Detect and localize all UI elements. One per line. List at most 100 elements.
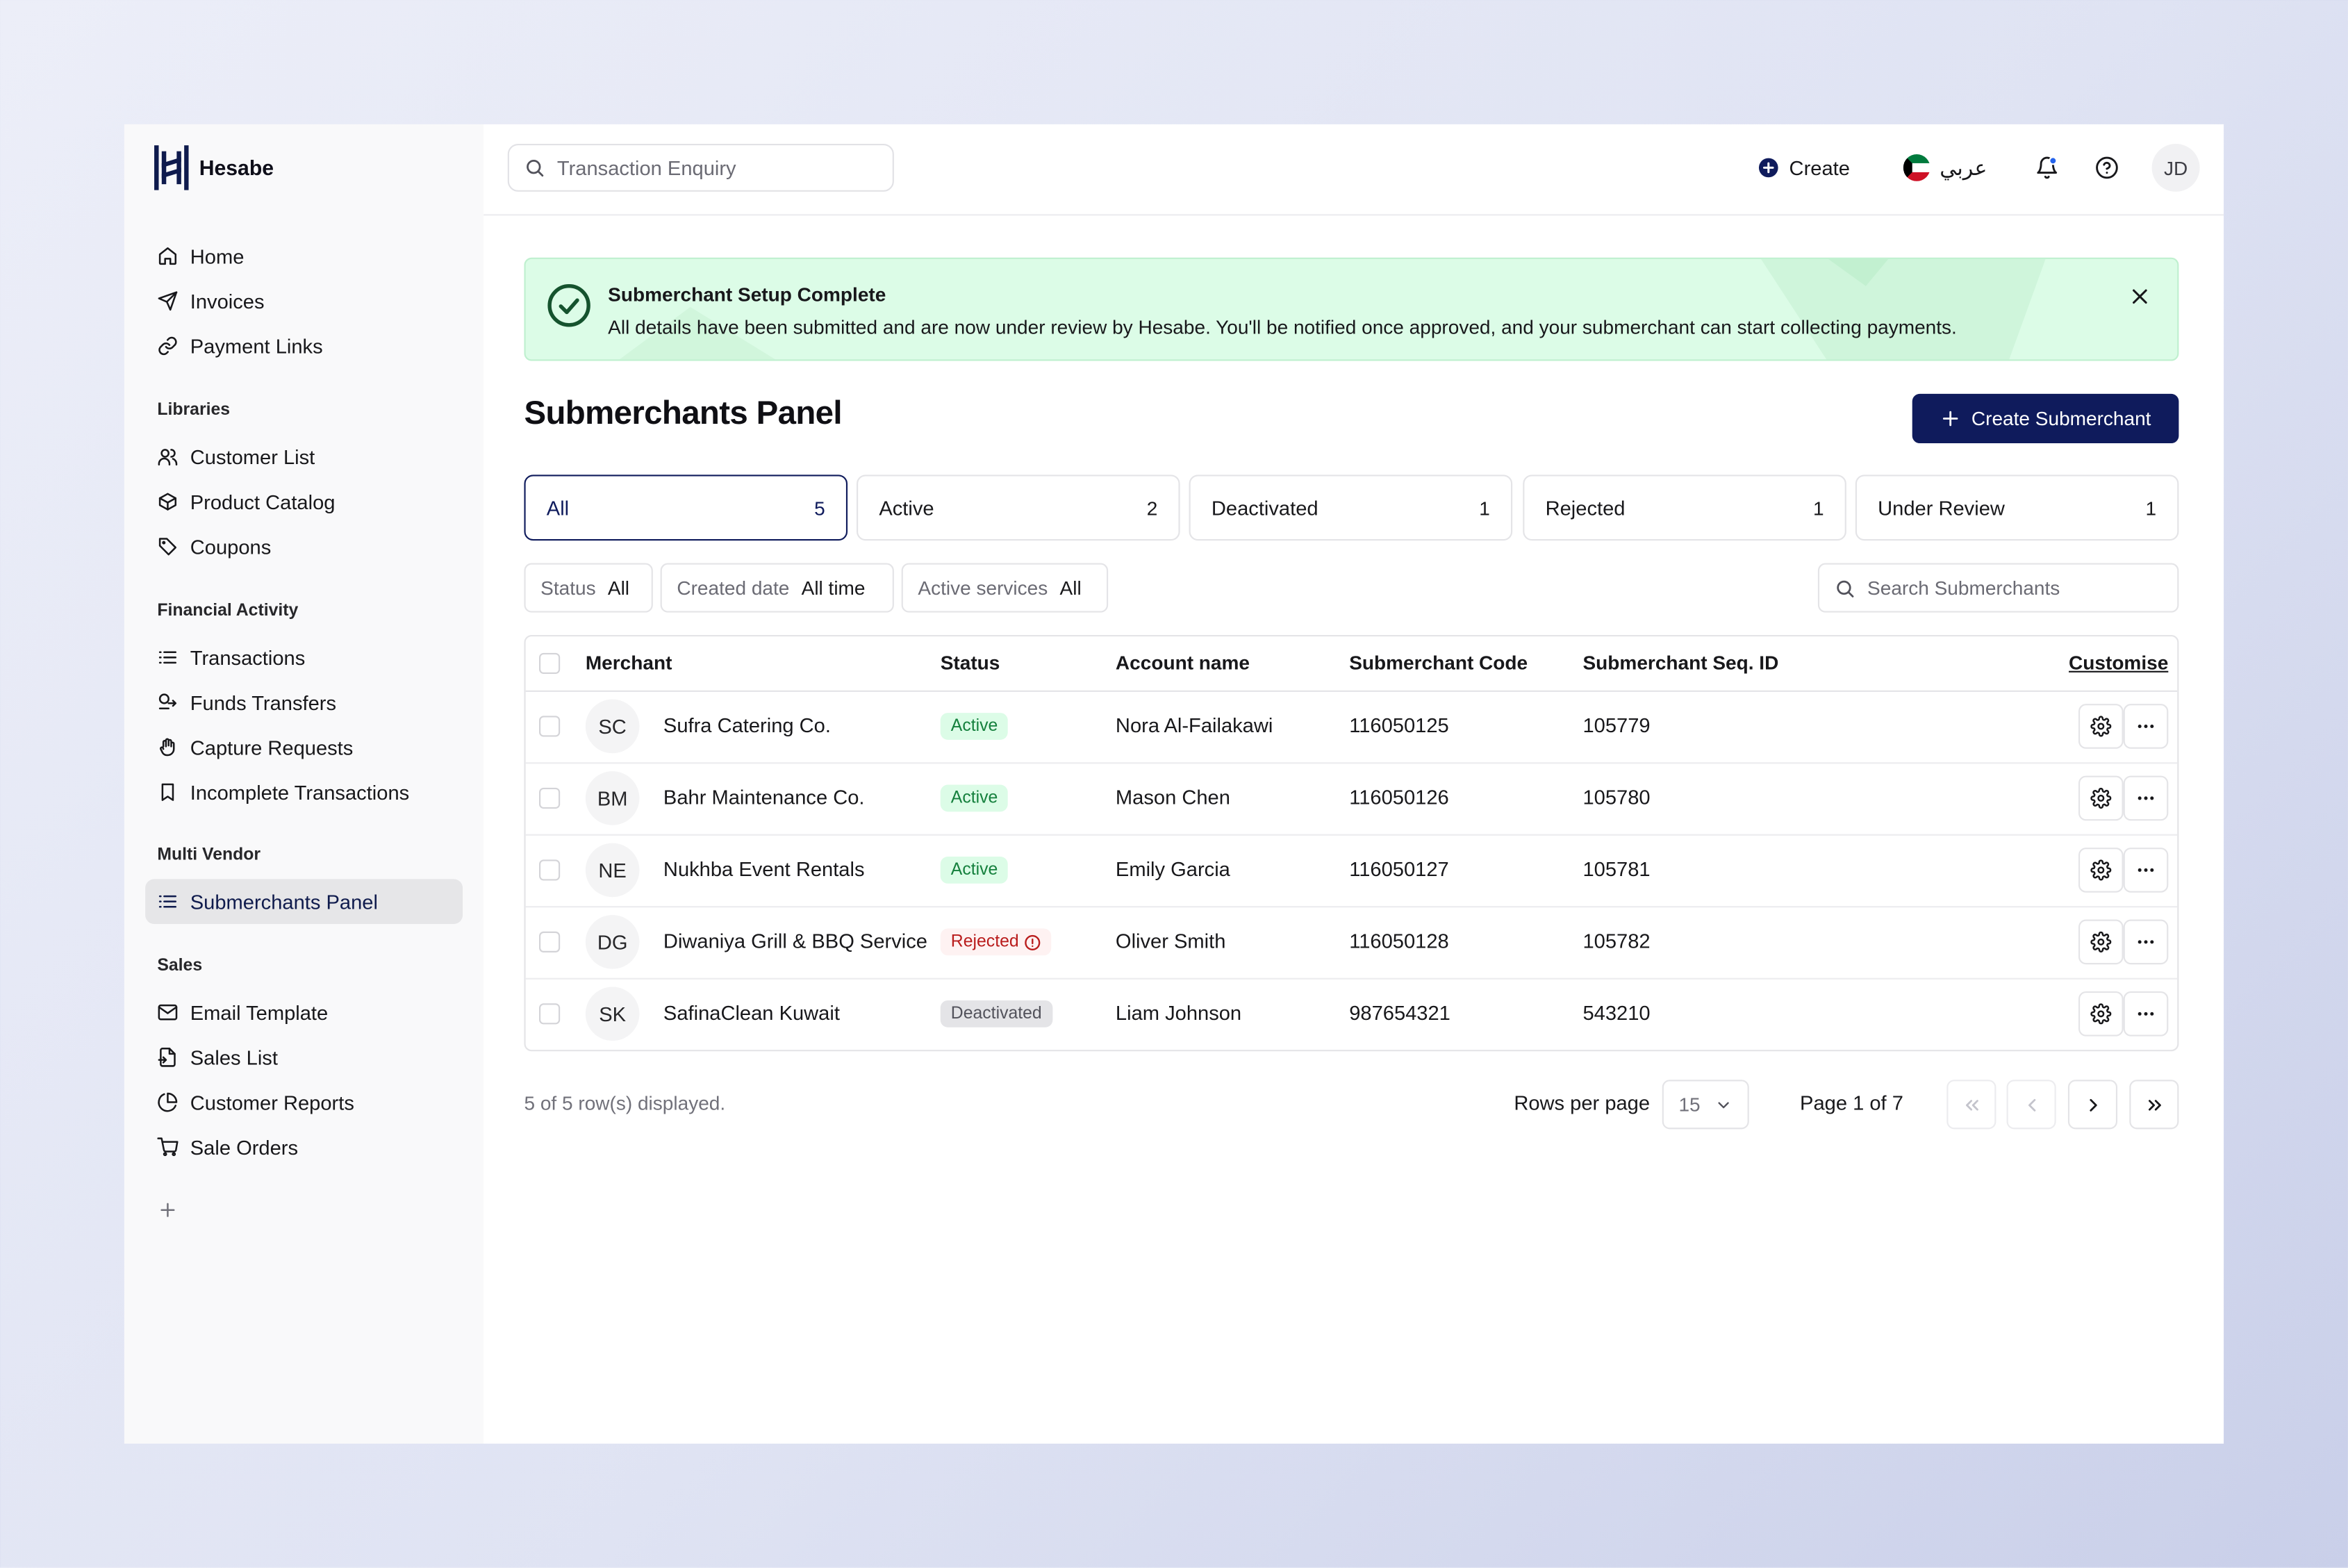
submerchant-seq-id: 105782: [1582, 930, 1651, 952]
sidebar-item-incomplete-transactions[interactable]: Incomplete Transactions: [145, 770, 463, 815]
table-row[interactable]: SC Sufra Catering Co. Active Nora Al-Fai…: [525, 691, 2178, 764]
sidebar-item-invoices[interactable]: Invoices: [145, 279, 463, 324]
language-switch[interactable]: عربي: [1903, 154, 1987, 181]
sidebar-item-payment-links[interactable]: Payment Links: [145, 324, 463, 369]
check-circle-icon: [547, 284, 590, 327]
close-icon[interactable]: [2129, 286, 2150, 307]
sidebar: Hesabe Home Invoices Payment Links Libra…: [124, 124, 484, 1444]
merchant-name: Nukhba Event Rentals: [663, 858, 865, 881]
logo[interactable]: Hesabe: [154, 145, 274, 190]
sidebar-item-sale-orders[interactable]: Sale Orders: [145, 1125, 463, 1170]
sidebar-item-label: Submerchants Panel: [190, 890, 378, 913]
row-more-button[interactable]: [2123, 848, 2169, 893]
filter-value: All: [607, 576, 630, 600]
row-checkbox[interactable]: [539, 1003, 561, 1025]
more-horizontal-icon: [2138, 868, 2154, 872]
search-submerchants-input[interactable]: [1867, 576, 2167, 600]
gear-icon: [2090, 859, 2112, 881]
tab-rejected[interactable]: Rejected 1: [1523, 474, 1846, 541]
alert-circle-icon[interactable]: [1025, 934, 1041, 950]
sidebar-item-product-catalog[interactable]: Product Catalog: [145, 479, 463, 525]
row-checkbox[interactable]: [539, 931, 561, 952]
plus-circle-icon: [1758, 158, 1778, 178]
help-button[interactable]: [2092, 153, 2122, 183]
previous-page-button[interactable]: [2006, 1080, 2056, 1130]
row-more-button[interactable]: [2123, 704, 2169, 749]
rows-per-page-select[interactable]: 15: [1662, 1080, 1749, 1130]
transaction-search[interactable]: [507, 143, 894, 192]
more-horizontal-icon: [2138, 1012, 2154, 1016]
page-title: Submerchants Panel: [524, 393, 842, 431]
status-text: Active: [950, 789, 998, 807]
column-account-name[interactable]: Account name: [1116, 636, 1250, 691]
row-checkbox[interactable]: [539, 859, 561, 881]
submerchant-seq-id: 105780: [1582, 786, 1651, 809]
plus-icon: [1942, 411, 1958, 427]
row-settings-button[interactable]: [2078, 991, 2124, 1037]
search-submerchants[interactable]: [1817, 563, 2179, 613]
created-date-filter[interactable]: Created date All time: [660, 563, 894, 613]
account-name: Liam Johnson: [1115, 1002, 1242, 1025]
section-title-libraries: Libraries: [157, 401, 231, 420]
sidebar-item-label: Product Catalog: [190, 490, 336, 513]
tab-deactivated[interactable]: Deactivated 1: [1189, 474, 1513, 541]
sidebar-item-transactions[interactable]: Transactions: [145, 635, 463, 680]
status-text: Active: [950, 717, 998, 736]
row-checkbox[interactable]: [539, 787, 561, 809]
table-row[interactable]: BM Bahr Maintenance Co. Active Mason Che…: [525, 762, 2178, 836]
create-label: Create: [1789, 156, 1850, 179]
next-page-button[interactable]: [2067, 1080, 2118, 1130]
sidebar-item-label: Transactions: [190, 646, 306, 669]
column-status[interactable]: Status: [941, 636, 1000, 691]
tab-all[interactable]: All 5: [524, 474, 848, 541]
row-settings-button[interactable]: [2078, 704, 2124, 749]
table-row[interactable]: SK SafinaClean Kuwait Deactivated Liam J…: [526, 978, 2178, 1050]
last-page-button[interactable]: [2129, 1080, 2179, 1130]
sidebar-item-customer-reports[interactable]: Customer Reports: [145, 1080, 463, 1125]
create-button[interactable]: Create: [1758, 156, 1850, 179]
more-horizontal-icon: [2138, 940, 2154, 944]
tab-active[interactable]: Active 2: [857, 474, 1180, 541]
row-more-button[interactable]: [2123, 919, 2169, 965]
row-checkbox[interactable]: [539, 716, 561, 737]
transaction-search-input[interactable]: [556, 156, 872, 179]
row-more-button[interactable]: [2123, 775, 2169, 821]
table-row[interactable]: DG Diwaniya Grill & BBQ Service Rejected…: [525, 906, 2178, 980]
customise-link[interactable]: Customise: [2069, 636, 2168, 691]
column-submerchant-seq-id[interactable]: Submerchant Seq. ID: [1582, 636, 1778, 691]
submerchant-code: 987654321: [1349, 1002, 1450, 1025]
tab-under-review[interactable]: Under Review 1: [1855, 474, 2179, 541]
sidebar-item-home[interactable]: Home: [145, 233, 463, 279]
merchant-name: SafinaClean Kuwait: [663, 1002, 840, 1025]
sidebar-item-coupons[interactable]: Coupons: [145, 524, 463, 569]
table-header: Merchant Status Account name Submerchant…: [525, 636, 2178, 692]
row-settings-button[interactable]: [2078, 848, 2124, 893]
notifications-button[interactable]: [2032, 153, 2062, 183]
column-submerchant-code[interactable]: Submerchant Code: [1349, 636, 1528, 691]
row-settings-button[interactable]: [2078, 775, 2124, 821]
transfer-icon: [158, 693, 177, 710]
table-row[interactable]: NE Nukhba Event Rentals Active Emily Gar…: [525, 834, 2178, 908]
active-services-filter[interactable]: Active services All: [901, 563, 1109, 613]
tab-label: Deactivated: [1211, 496, 1318, 519]
sidebar-item-submerchants-panel[interactable]: Submerchants Panel: [145, 879, 463, 925]
status-text: Active: [950, 861, 998, 880]
sidebar-item-capture-requests[interactable]: Capture Requests: [145, 725, 463, 770]
plus-icon[interactable]: [157, 1200, 178, 1221]
sidebar-item-sales-list[interactable]: Sales List: [145, 1035, 463, 1080]
column-merchant[interactable]: Merchant: [586, 636, 672, 691]
status-filter[interactable]: Status All: [524, 563, 653, 613]
sidebar-item-email-template[interactable]: Email Template: [145, 990, 463, 1035]
select-all-checkbox[interactable]: [539, 652, 561, 675]
sidebar-item-funds-transfers[interactable]: Funds Transfers: [145, 680, 463, 725]
merchant-avatar: BM: [585, 771, 640, 825]
sidebar-item-customer-list[interactable]: Customer List: [145, 434, 463, 479]
first-page-button[interactable]: [1946, 1080, 1996, 1130]
create-submerchant-button[interactable]: Create Submerchant: [1912, 393, 2179, 444]
row-more-button[interactable]: [2123, 991, 2169, 1037]
home-icon: [158, 247, 177, 265]
row-settings-button[interactable]: [2078, 919, 2124, 965]
top-actions: Create عربي JD: [1758, 143, 2200, 192]
help-circle-icon: [2096, 156, 2118, 179]
user-avatar[interactable]: JD: [2151, 143, 2200, 192]
